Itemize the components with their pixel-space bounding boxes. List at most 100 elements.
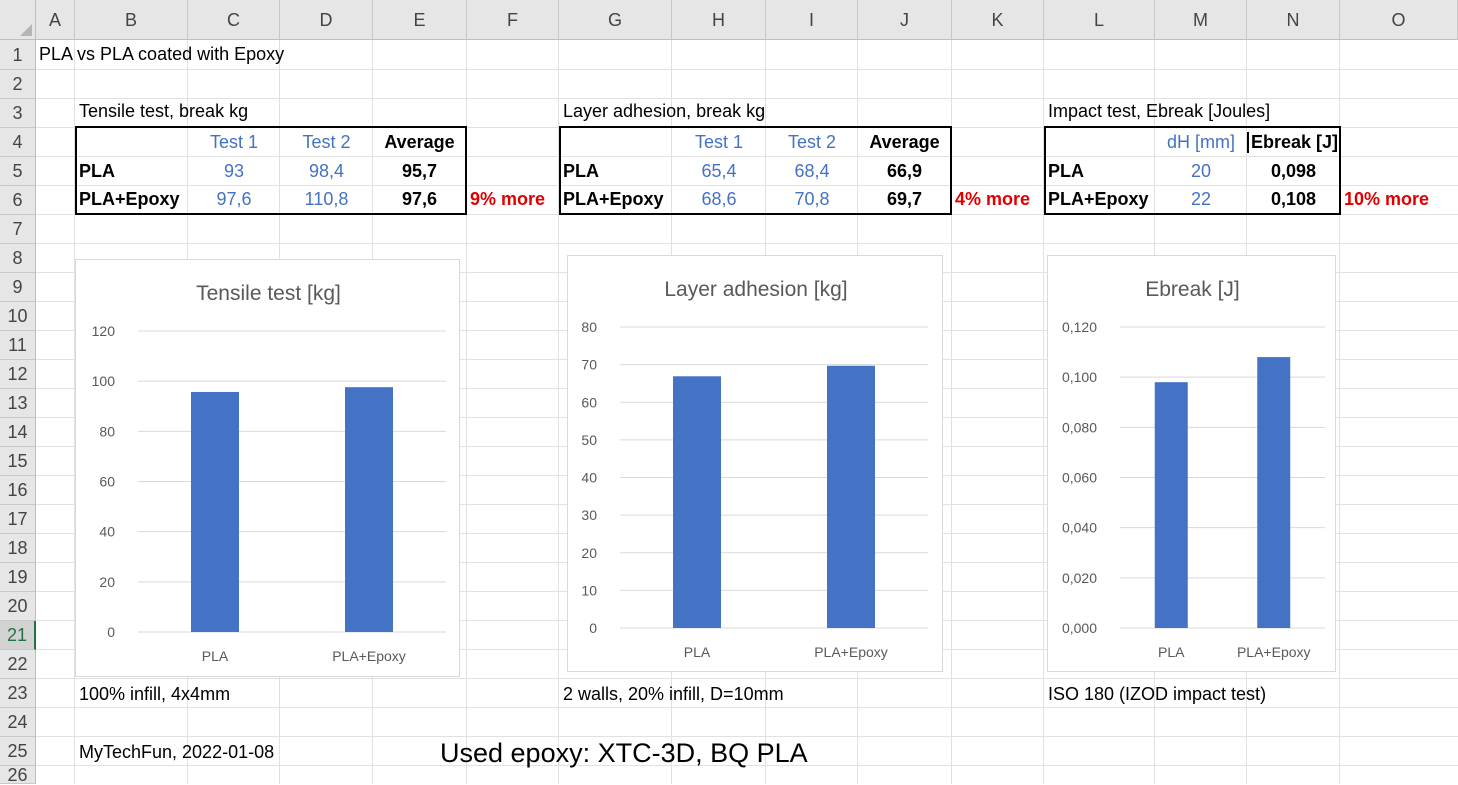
tensile-note-cell[interactable]: 100% infill, 4x4mm: [79, 684, 230, 705]
layer-row-pla-label[interactable]: PLA: [563, 161, 599, 182]
y-tick-label: 20: [581, 545, 597, 561]
row-header-23[interactable]: 23: [0, 679, 36, 708]
layer-header-average[interactable]: Average: [858, 132, 951, 153]
column-header-k[interactable]: K: [952, 0, 1044, 40]
column-header-m[interactable]: M: [1155, 0, 1247, 40]
row-header-11[interactable]: 11: [0, 331, 36, 360]
layer-chart[interactable]: Layer adhesion [kg] 0 10 20 30 40 50 60 70 80 PLA P…: [567, 255, 943, 672]
y-tick-label: 40: [99, 524, 115, 540]
sheet-title-cell[interactable]: PLA vs PLA coated with Epoxy: [39, 44, 284, 65]
x-category-label: PLA+Epoxy: [1237, 644, 1311, 660]
impact-row-pla-label[interactable]: PLA: [1048, 161, 1084, 182]
layer-pla-test2[interactable]: 68,4: [766, 161, 858, 182]
layer-diff-label[interactable]: 4% more: [955, 189, 1030, 210]
layer-header-test2[interactable]: Test 2: [766, 132, 858, 153]
layer-epoxy-test2[interactable]: 70,8: [766, 189, 858, 210]
column-header-j[interactable]: J: [858, 0, 952, 40]
tensile-pla-test1[interactable]: 93: [188, 161, 280, 182]
row-header-25[interactable]: 25: [0, 737, 36, 766]
impact-pla-ebreak[interactable]: 0,098: [1247, 161, 1340, 182]
impact-chart[interactable]: Ebreak [J] 0,000 0,020 0,040 0,060 0,080 0,100…: [1047, 255, 1336, 672]
layer-heading-cell[interactable]: Layer adhesion, break kg: [563, 101, 765, 122]
impact-epoxy-ebreak[interactable]: 0,108: [1247, 189, 1340, 210]
y-tick-label: 0,120: [1062, 319, 1097, 335]
layer-pla-test1[interactable]: 65,4: [672, 161, 766, 182]
y-tick-label: 60: [581, 394, 597, 410]
row-header-21[interactable]: 21: [0, 621, 36, 650]
impact-diff-label[interactable]: 10% more: [1344, 189, 1429, 210]
tensile-chart[interactable]: Tensile test [kg] 0 20 40 60 80 100 120 PLA PLA+E…: [75, 259, 460, 677]
layer-header-test1[interactable]: Test 1: [672, 132, 766, 153]
layer-epoxy-test1[interactable]: 68,6: [672, 189, 766, 210]
row-header-6[interactable]: 6: [0, 186, 36, 215]
layer-pla-average[interactable]: 66,9: [858, 161, 951, 182]
row-header-24[interactable]: 24: [0, 708, 36, 737]
impact-epoxy-dh[interactable]: 22: [1155, 189, 1247, 210]
row-header-14[interactable]: 14: [0, 418, 36, 447]
tensile-header-test2[interactable]: Test 2: [280, 132, 373, 153]
row-header-20[interactable]: 20: [0, 592, 36, 621]
row-header-1[interactable]: 1: [0, 40, 36, 70]
layer-row-epoxy-label[interactable]: PLA+Epoxy: [563, 189, 664, 210]
row-gridline: [36, 98, 1458, 99]
row-header-26[interactable]: 26: [0, 766, 36, 784]
tensile-epoxy-average[interactable]: 97,6: [373, 189, 466, 210]
impact-pla-dh[interactable]: 20: [1155, 161, 1247, 182]
column-header-e[interactable]: E: [373, 0, 467, 40]
row-header-2[interactable]: 2: [0, 70, 36, 99]
impact-row-epoxy-label[interactable]: PLA+Epoxy: [1048, 189, 1149, 210]
row-header-3[interactable]: 3: [0, 99, 36, 128]
column-header-n[interactable]: N: [1247, 0, 1340, 40]
row-header-10[interactable]: 10: [0, 302, 36, 331]
row-header-17[interactable]: 17: [0, 505, 36, 534]
tensile-heading-cell[interactable]: Tensile test, break kg: [79, 101, 248, 122]
impact-note-cell[interactable]: ISO 180 (IZOD impact test): [1048, 684, 1266, 705]
tensile-row-epoxy-label[interactable]: PLA+Epoxy: [79, 189, 180, 210]
y-tick-label: 0,100: [1062, 369, 1097, 385]
column-header-o[interactable]: O: [1340, 0, 1458, 40]
impact-header-ebreak[interactable]: Ebreak [J]: [1247, 132, 1340, 153]
row-header-9[interactable]: 9: [0, 273, 36, 302]
column-header-b[interactable]: B: [75, 0, 188, 40]
column-header-g[interactable]: G: [559, 0, 672, 40]
column-header-l[interactable]: L: [1044, 0, 1155, 40]
y-tick-label: 50: [581, 432, 597, 448]
tensile-diff-label[interactable]: 9% more: [470, 189, 545, 210]
column-header-d[interactable]: D: [280, 0, 373, 40]
y-tick-label: 0,040: [1062, 520, 1097, 536]
row-header-16[interactable]: 16: [0, 476, 36, 505]
row-header-12[interactable]: 12: [0, 360, 36, 389]
y-tick-label: 0,060: [1062, 470, 1097, 486]
epoxy-note-cell[interactable]: Used epoxy: XTC-3D, BQ PLA: [440, 738, 808, 769]
x-category-label: PLA+Epoxy: [332, 648, 406, 664]
column-header-a[interactable]: A: [36, 0, 75, 40]
select-all-corner[interactable]: [0, 0, 36, 40]
row-header-18[interactable]: 18: [0, 534, 36, 563]
tensile-header-test1[interactable]: Test 1: [188, 132, 280, 153]
impact-header-dh[interactable]: dH [mm]: [1155, 132, 1247, 153]
column-header-i[interactable]: I: [766, 0, 858, 40]
column-header-c[interactable]: C: [188, 0, 280, 40]
y-tick-label: 0,080: [1062, 419, 1097, 435]
row-header-4[interactable]: 4: [0, 128, 36, 157]
tensile-epoxy-test2[interactable]: 110,8: [280, 189, 373, 210]
impact-heading-cell[interactable]: Impact test, Ebreak [Joules]: [1048, 101, 1270, 122]
layer-note-cell[interactable]: 2 walls, 20% infill, D=10mm: [563, 684, 784, 705]
tensile-header-average[interactable]: Average: [373, 132, 466, 153]
column-header-h[interactable]: H: [672, 0, 766, 40]
row-header-8[interactable]: 8: [0, 244, 36, 273]
y-tick-label: 80: [99, 423, 115, 439]
row-header-15[interactable]: 15: [0, 447, 36, 476]
layer-epoxy-average[interactable]: 69,7: [858, 189, 951, 210]
tensile-pla-average[interactable]: 95,7: [373, 161, 466, 182]
row-header-19[interactable]: 19: [0, 563, 36, 592]
tensile-pla-test2[interactable]: 98,4: [280, 161, 373, 182]
credit-cell[interactable]: MyTechFun, 2022-01-08: [79, 742, 274, 763]
row-header-13[interactable]: 13: [0, 389, 36, 418]
tensile-row-pla-label[interactable]: PLA: [79, 161, 115, 182]
row-header-5[interactable]: 5: [0, 157, 36, 186]
row-header-7[interactable]: 7: [0, 215, 36, 244]
tensile-epoxy-test1[interactable]: 97,6: [188, 189, 280, 210]
row-header-22[interactable]: 22: [0, 650, 36, 679]
column-header-f[interactable]: F: [467, 0, 559, 40]
